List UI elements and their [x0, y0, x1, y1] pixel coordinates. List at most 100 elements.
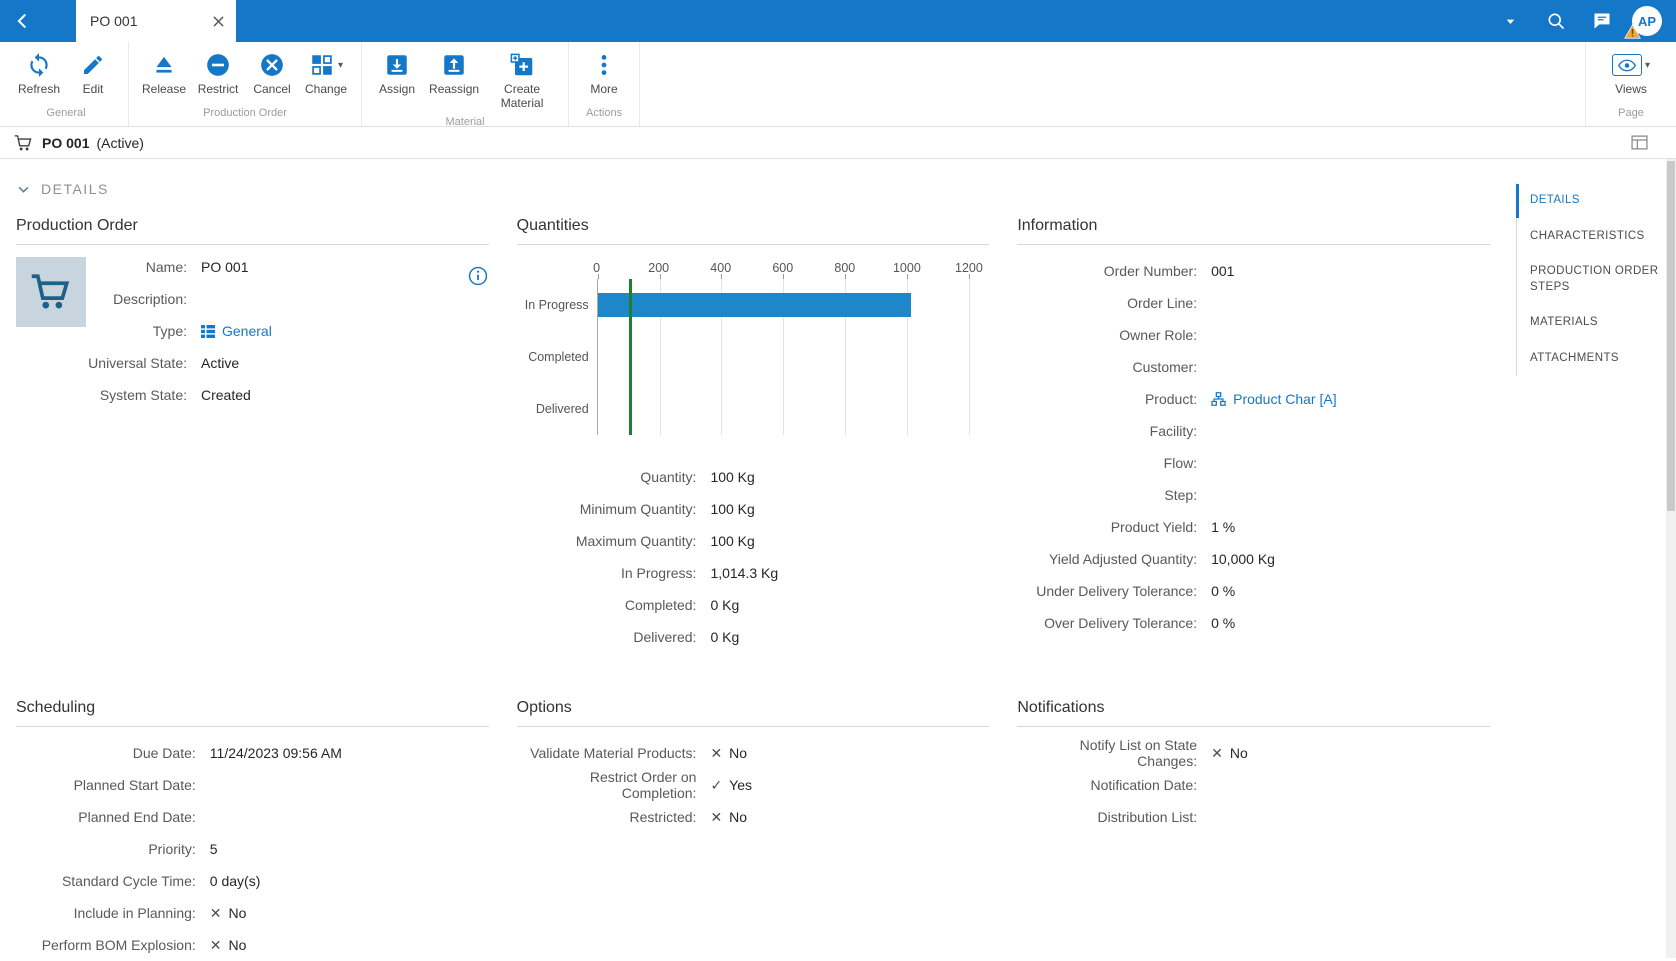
field-row: Priority:5 — [16, 833, 489, 865]
ribbon-toolbar: Refresh Edit General Release — [0, 42, 1676, 127]
scrollbar[interactable] — [1666, 159, 1676, 958]
field-row: Order Line: — [1017, 287, 1490, 319]
nav-item-attachments[interactable]: ATTACHMENTS — [1517, 341, 1666, 377]
search-icon[interactable] — [1540, 5, 1572, 37]
field-label: Distribution List: — [1017, 809, 1211, 825]
field-value: ✓Yes — [710, 777, 752, 794]
reassign-button[interactable]: Reassign — [424, 49, 484, 99]
field-value: 10,000 Kg — [1211, 551, 1275, 567]
field-value-link[interactable]: General — [201, 323, 272, 339]
nav-item-details[interactable]: DETAILS — [1517, 183, 1666, 219]
cart-icon — [14, 134, 33, 152]
change-icon: ▾ — [309, 51, 343, 79]
check-mark-icon: ✓ — [710, 777, 722, 794]
field-value: Active — [201, 355, 239, 371]
dropdown-caret-icon: ▾ — [338, 60, 343, 71]
field-row: Yield Adjusted Quantity:10,000 Kg — [1017, 543, 1490, 575]
field-row: Planned End Date: — [16, 801, 489, 833]
change-button[interactable]: ▾ Change — [299, 49, 353, 99]
field-row: Maximum Quantity:100 Kg — [517, 525, 990, 557]
chat-icon[interactable] — [1586, 5, 1618, 37]
field-value: 100 Kg — [710, 501, 754, 517]
eye-icon — [1612, 54, 1642, 76]
assign-button[interactable]: Assign — [370, 49, 424, 99]
section-title: Scheduling — [16, 699, 489, 727]
field-label: Notification Date: — [1017, 777, 1211, 793]
details-section-header[interactable]: DETAILS — [16, 181, 1490, 197]
field-label: Type: — [86, 323, 201, 339]
field-row: Due Date:11/24/2023 09:56 AM — [16, 737, 489, 769]
field-row: Notification Date: — [1017, 769, 1490, 801]
x-mark-icon: ✕ — [710, 809, 722, 826]
tab-close-icon[interactable] — [213, 16, 224, 27]
field-label: Over Delivery Tolerance: — [1017, 615, 1211, 631]
more-button[interactable]: More — [577, 49, 631, 99]
ribbon-group-general: Refresh Edit General — [4, 42, 129, 126]
edit-button[interactable]: Edit — [66, 49, 120, 99]
field-value-link[interactable]: Product Char [A] — [1211, 391, 1337, 407]
field-label: Planned Start Date: — [16, 777, 210, 793]
cancel-button[interactable]: Cancel — [245, 49, 299, 99]
x-mark-icon: ✕ — [210, 905, 222, 922]
field-row: Delivered:0 Kg — [517, 621, 990, 653]
release-button[interactable]: Release — [137, 49, 191, 99]
field-row: Quantity:100 Kg — [517, 461, 990, 493]
create-material-icon — [509, 51, 535, 79]
field-row: Restrict Order on Completion:✓Yes — [517, 769, 990, 801]
chevron-down-icon[interactable] — [1494, 5, 1526, 37]
field-label: Customer: — [1017, 359, 1211, 375]
ribbon-group-page: ▾ Views Page — [1585, 42, 1676, 126]
release-icon — [151, 51, 177, 79]
layout-icon[interactable] — [1631, 135, 1648, 150]
field-value: ✕No — [710, 745, 747, 762]
x-mark-icon: ✕ — [210, 937, 222, 954]
info-icon[interactable] — [467, 265, 489, 287]
avatar[interactable]: AP — [1632, 6, 1662, 36]
field-value: Created — [201, 387, 251, 403]
restrict-button[interactable]: Restrict — [191, 49, 245, 99]
scrollbar-thumb[interactable] — [1667, 161, 1675, 511]
field-label: Product: — [1017, 391, 1211, 407]
field-label: Due Date: — [16, 745, 210, 761]
details-grid: Production Order Name:PO 001Description:… — [16, 217, 1490, 961]
create-material-button[interactable]: Create Material — [484, 49, 560, 113]
tab-po-001[interactable]: PO 001 — [76, 0, 236, 42]
chart-plot — [597, 279, 982, 435]
quantities-chart: 020040060080010001200In ProgressComplete… — [517, 261, 990, 435]
back-button[interactable] — [0, 0, 46, 42]
nav-item-production-order-steps[interactable]: PRODUCTION ORDER STEPS — [1517, 254, 1666, 305]
section-options: Options Validate Material Products:✕NoRe… — [517, 699, 990, 961]
page-state: (Active) — [96, 135, 143, 151]
chart-category-label: Delivered — [517, 402, 589, 416]
section-title: Notifications — [1017, 699, 1490, 727]
nav-item-characteristics[interactable]: CHARACTERISTICS — [1517, 219, 1666, 255]
quantities-fields: Quantity:100 KgMinimum Quantity:100 KgMa… — [517, 461, 990, 653]
axis-tick-label: 0 — [593, 261, 600, 275]
quantity-marker-line — [629, 279, 632, 435]
field-row: Customer: — [1017, 351, 1490, 383]
field-label: Perform BOM Explosion: — [16, 937, 210, 953]
field-label: Quantity: — [517, 469, 711, 485]
field-label: Notify List on State Changes: — [1017, 737, 1211, 769]
product-icon — [1211, 392, 1226, 406]
field-value: ✕No — [1211, 745, 1248, 762]
axis-tick-label: 400 — [710, 261, 731, 275]
more-icon — [591, 51, 617, 79]
field-value: 0 Kg — [710, 629, 739, 645]
nav-item-materials[interactable]: MATERIALS — [1517, 305, 1666, 341]
information-fields: Order Number:001Order Line:Owner Role:Cu… — [1017, 255, 1490, 639]
field-label: Standard Cycle Time: — [16, 873, 210, 889]
field-label: Completed: — [517, 597, 711, 613]
field-row: Product:Product Char [A] — [1017, 383, 1490, 415]
ribbon-group-actions: More Actions — [569, 42, 640, 126]
axis-tick-label: 1200 — [955, 261, 983, 275]
x-mark-icon: ✕ — [710, 745, 722, 762]
views-button[interactable]: ▾ Views — [1604, 49, 1658, 99]
field-value: 1 % — [1211, 519, 1235, 535]
ribbon-group-production-order: Release Restrict Cancel ▾ Change — [129, 42, 362, 126]
axis-tick-label: 600 — [772, 261, 793, 275]
notifications-fields: Notify List on State Changes:✕NoNotifica… — [1017, 737, 1490, 833]
field-value: 0 % — [1211, 583, 1235, 599]
field-label: Order Line: — [1017, 295, 1211, 311]
refresh-button[interactable]: Refresh — [12, 49, 66, 99]
